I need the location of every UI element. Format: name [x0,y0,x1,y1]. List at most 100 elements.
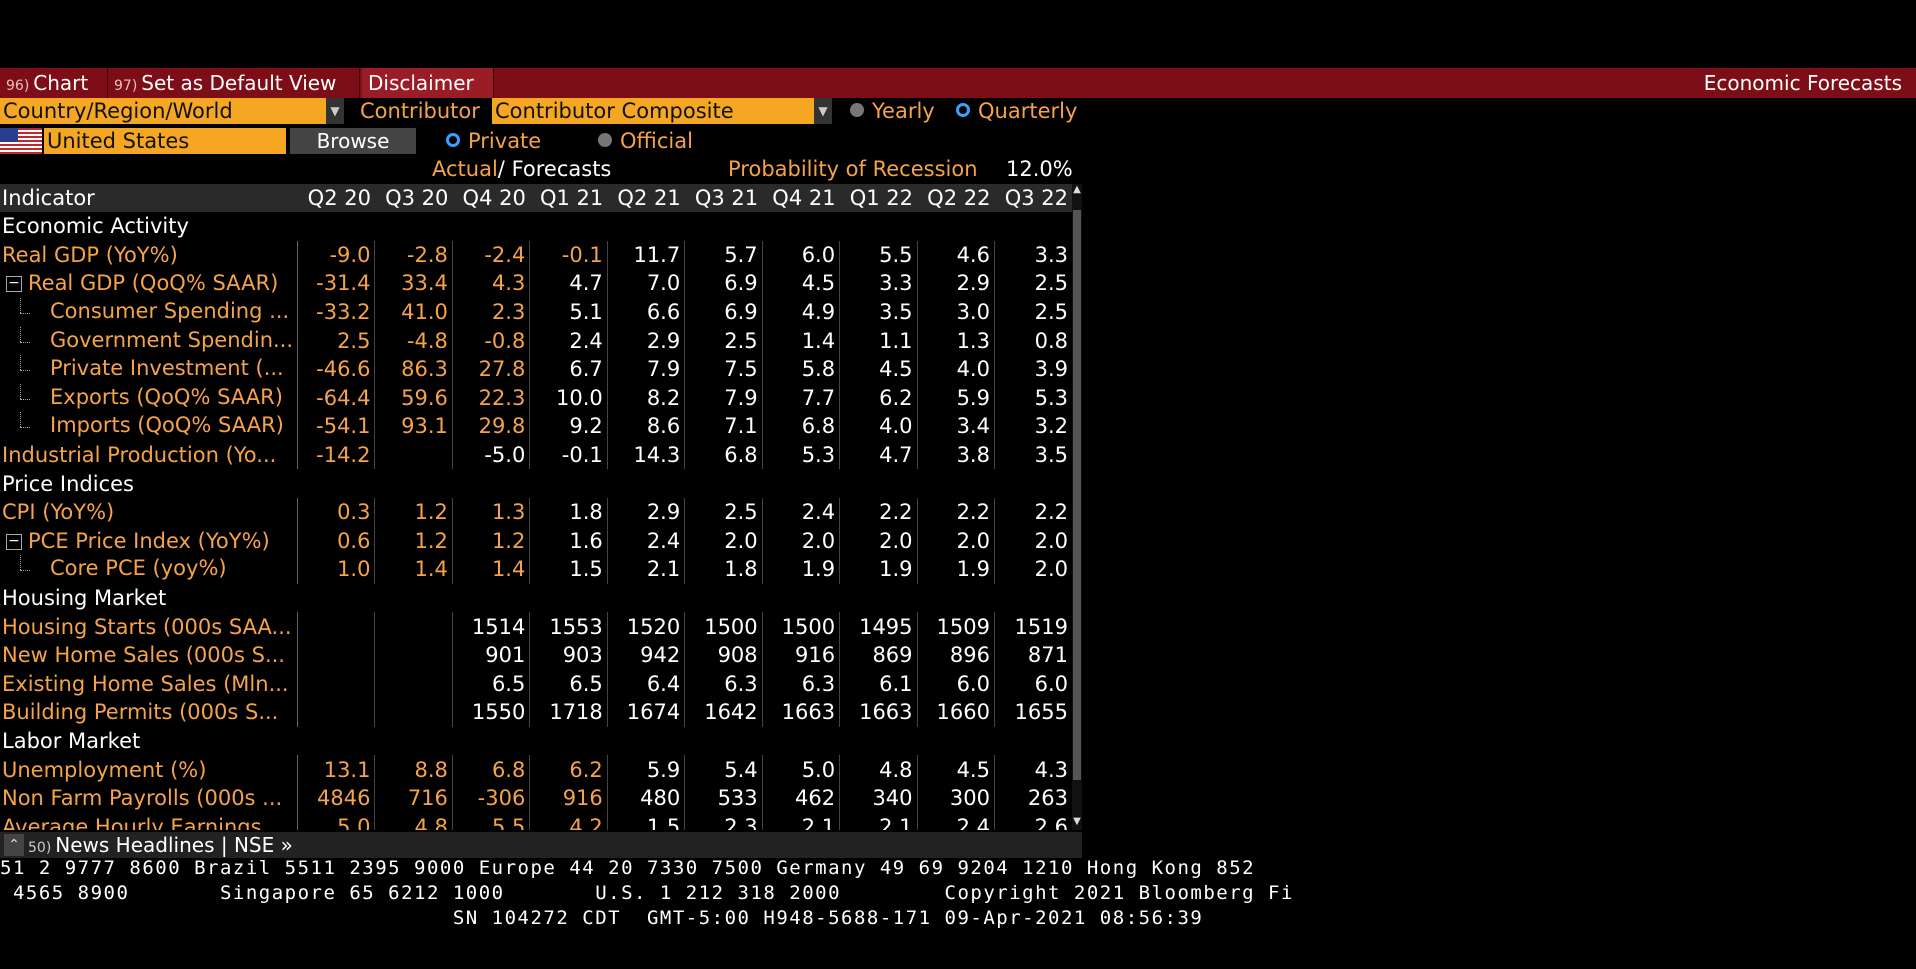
collapse-minus-icon[interactable]: − [6,533,22,550]
value-cell[interactable]: -0.1 [529,240,608,270]
value-cell[interactable]: 9.2 [529,412,608,441]
column-header-period[interactable]: Q2 20 [297,184,375,212]
value-cell[interactable]: 896 [917,640,995,670]
indicator-name[interactable]: Average Hourly Earnings ... [0,812,299,830]
value-cell[interactable]: 2.6 [994,812,1072,830]
table-row[interactable]: Existing Home Sales (Mln... 6.5 6.5 6.4 6.3 6… [0,669,1072,699]
value-cell[interactable]: 5.1 [529,297,608,327]
value-cell[interactable]: 6.4 [607,669,686,699]
value-cell[interactable]: 3.9 [994,355,1072,384]
value-cell[interactable]: 41.0 [374,297,453,327]
column-header-period[interactable]: Q3 20 [374,184,453,212]
contributor-dropdown-arrow-icon[interactable]: ▼ [814,98,832,124]
value-cell[interactable]: 1.2 [452,526,531,556]
column-header-period[interactable]: Q1 21 [529,184,608,212]
value-cell[interactable]: 2.5 [994,298,1072,327]
table-row[interactable]: Industrial Production (Yo... -14.2 -5.0 -0.… [0,440,1072,470]
indicator-name[interactable]: Government Spendin... [0,326,299,355]
indicator-name[interactable]: Core PCE (yoy%) [0,555,299,584]
value-cell[interactable]: 1550 [452,698,531,727]
value-cell[interactable]: 6.0 [917,669,995,699]
value-cell[interactable]: 2.9 [607,326,686,355]
value-cell[interactable]: 480 [607,783,686,813]
value-cell[interactable]: 33.4 [374,269,453,298]
table-row[interactable]: Real GDP (YoY%) -9.0 -2.8 -2.4 -0.1 11.7 5.7 6.… [0,240,1072,270]
column-header-period[interactable]: Q3 21 [684,184,763,212]
value-cell[interactable]: 916 [762,640,841,670]
column-header-period[interactable]: Q3 22 [994,184,1072,212]
table-row[interactable]: Imports (QoQ% SAAR) -54.1 93.1 29.8 9.2 8.6 7.… [0,412,1072,441]
table-row[interactable]: Exports (QoQ% SAAR) -64.4 59.6 22.3 10.0 8.2 7… [0,383,1072,413]
value-cell[interactable]: 8.6 [607,412,686,441]
table-row[interactable]: Non Farm Payrolls (000s ... 4846 716 -306 91… [0,783,1072,813]
value-cell[interactable]: 1.9 [917,555,995,584]
value-cell[interactable]: 0.8 [994,326,1072,355]
table-row[interactable]: Core PCE (yoy%) 1.0 1.4 1.4 1.5 2.1 1.8 1.9 1.9 1… [0,555,1072,584]
value-cell[interactable]: -9.0 [297,240,376,270]
yearly-radio[interactable]: Yearly [850,98,935,124]
indicator-name[interactable]: Unemployment (%) [0,755,299,784]
value-cell[interactable]: 3.3 [994,241,1072,270]
official-radio[interactable]: Official [598,128,693,154]
value-cell[interactable]: 2.2 [839,497,918,527]
value-cell[interactable]: -14.2 [297,440,376,470]
value-cell[interactable]: 6.0 [994,670,1072,699]
value-cell[interactable]: 93.1 [374,412,453,441]
value-cell[interactable] [374,669,453,699]
value-cell[interactable]: 0.3 [297,497,376,527]
value-cell[interactable]: 3.0 [917,297,995,327]
table-row[interactable]: CPI (YoY%) 0.3 1.2 1.3 1.8 2.9 2.5 2.4 2.2 2.2 2.2 [0,497,1072,527]
value-cell[interactable]: -2.4 [452,240,531,270]
table-row[interactable]: New Home Sales (000s S... 901 903 942 908 916… [0,640,1072,670]
value-cell[interactable]: 29.8 [452,412,531,441]
value-cell[interactable] [374,640,453,670]
value-cell[interactable] [374,698,453,727]
value-cell[interactable]: 7.7 [762,383,841,413]
indicator-name[interactable]: Non Farm Payrolls (000s ... [0,783,299,813]
region-dropdown-arrow-icon[interactable]: ▼ [326,98,344,124]
value-cell[interactable]: -46.6 [297,354,376,384]
value-cell[interactable]: 4.0 [917,354,995,384]
value-cell[interactable]: 2.2 [994,498,1072,527]
value-cell[interactable]: 7.9 [684,383,763,413]
value-cell[interactable]: 4.5 [839,354,918,384]
value-cell[interactable]: -31.4 [297,269,376,298]
table-row[interactable]: Unemployment (%) 13.1 8.8 6.8 6.2 5.9 5.4 5.0 4.… [0,755,1072,784]
value-cell[interactable]: 5.4 [684,755,763,784]
value-cell[interactable]: -0.8 [452,326,531,355]
value-cell[interactable]: 1663 [762,698,841,727]
indicator-name[interactable]: Existing Home Sales (Mln... [0,669,299,699]
indicator-name[interactable]: Building Permits (000s S... [0,698,299,727]
value-cell[interactable]: 1674 [607,698,686,727]
value-cell[interactable]: 5.5 [839,240,918,270]
table-row[interactable]: Building Permits (000s S... 1550 1718 1674 1… [0,698,1072,727]
indicator-name[interactable]: − Real GDP (QoQ% SAAR) [0,269,299,298]
value-cell[interactable]: 2.1 [839,812,918,830]
value-cell[interactable]: 6.0 [762,240,841,270]
value-cell[interactable]: 86.3 [374,354,453,384]
scroll-up-icon[interactable]: ▲ [1072,184,1082,198]
value-cell[interactable]: 1.5 [607,812,686,830]
value-cell[interactable]: 2.1 [607,555,686,584]
value-cell[interactable]: 4.2 [529,812,608,830]
value-cell[interactable]: 2.5 [994,269,1072,298]
value-cell[interactable]: 1.8 [684,555,763,584]
value-cell[interactable]: 2.5 [297,326,376,355]
column-header-period[interactable]: Q4 20 [452,184,530,212]
value-cell[interactable]: 1.3 [917,326,995,355]
value-cell[interactable]: 5.8 [762,354,841,384]
value-cell[interactable]: 1500 [762,612,841,641]
value-cell[interactable]: 903 [529,640,608,670]
value-cell[interactable]: 5.3 [762,440,841,470]
value-cell[interactable]: 2.0 [917,526,995,556]
value-cell[interactable]: 6.5 [452,669,531,699]
value-cell[interactable]: 1519 [994,612,1072,641]
value-cell[interactable] [297,612,376,641]
value-cell[interactable]: 3.3 [839,269,918,298]
value-cell[interactable]: 2.0 [762,526,841,556]
value-cell[interactable]: 1.5 [529,555,608,584]
value-cell[interactable]: 5.0 [762,755,841,784]
value-cell[interactable]: 8.2 [607,383,686,413]
value-cell[interactable]: 1655 [994,698,1072,727]
value-cell[interactable]: 5.7 [684,240,763,270]
